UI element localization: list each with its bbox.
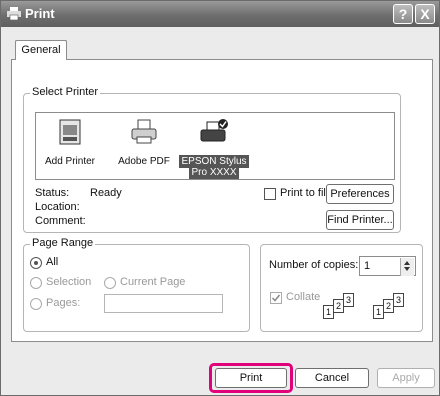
title-bar[interactable]: Print ? X xyxy=(1,1,439,27)
printer-list[interactable]: Add Printer Adobe PDF EPSON Stylus Pro X… xyxy=(35,112,395,180)
general-tab-panel: Select Printer Add Printer Adobe PDF EPS… xyxy=(11,59,433,342)
collate-illustration-2: 3 2 1 xyxy=(373,293,409,325)
status-label: Status: xyxy=(35,187,70,199)
sheet-1: 1 xyxy=(373,305,384,319)
collate-illustration-1: 3 2 1 xyxy=(323,293,359,325)
apply-button[interactable]: Apply xyxy=(377,368,435,388)
copies-group: Number of copies: 1 Collate 3 2 1 3 2 1 xyxy=(260,244,423,332)
pages-radio[interactable] xyxy=(30,298,42,310)
status-value: Ready xyxy=(90,187,122,199)
printer-item-add-printer[interactable]: Add Printer xyxy=(40,117,100,167)
current-page-radio[interactable] xyxy=(104,277,116,289)
sheet-2: 2 xyxy=(383,299,394,313)
find-printer-button[interactable]: Find Printer... xyxy=(326,210,394,230)
help-button[interactable]: ? xyxy=(393,4,413,24)
printer-label-selected: EPSON Stylus Pro XXXX xyxy=(178,155,250,179)
all-radio[interactable] xyxy=(30,257,42,269)
select-printer-group: Select Printer Add Printer Adobe PDF EPS… xyxy=(23,86,401,233)
sheet-3: 3 xyxy=(343,293,354,307)
pages-input[interactable] xyxy=(104,294,223,313)
comment-label: Comment: xyxy=(35,215,86,227)
print-to-file-checkbox[interactable] xyxy=(264,188,276,200)
print-dialog: Print ? X Select Printer Add Printer Ado… xyxy=(0,0,440,396)
copies-input[interactable]: 1 xyxy=(359,256,416,276)
copies-value: 1 xyxy=(364,260,371,272)
close-button[interactable]: X xyxy=(415,4,435,24)
selection-label: Selection xyxy=(46,276,92,288)
collate-label: Collate xyxy=(286,291,321,303)
sheet-3: 3 xyxy=(393,293,404,307)
cancel-button[interactable]: Cancel xyxy=(295,368,369,388)
printer-label: Adobe PDF xyxy=(118,156,170,167)
select-printer-label: Select Printer xyxy=(30,86,101,98)
preferences-button[interactable]: Preferences xyxy=(326,184,394,204)
printer-item-adobe-pdf[interactable]: Adobe PDF xyxy=(114,117,174,167)
window-title: Print xyxy=(25,6,55,21)
print-button-highlight xyxy=(209,363,293,393)
collate-checkbox[interactable] xyxy=(270,292,282,304)
page-range-group: Page Range All Selection Current Page Pa… xyxy=(23,237,250,332)
current-page-label: Current Page xyxy=(120,276,186,288)
printer-label: Add Printer xyxy=(44,156,96,167)
sheet-1: 1 xyxy=(323,305,334,319)
printer-icon xyxy=(131,119,157,144)
all-label: All xyxy=(46,256,59,268)
default-printer-icon xyxy=(200,119,228,142)
number-of-copies-label: Number of copies: xyxy=(269,259,359,271)
tab-general[interactable]: General xyxy=(15,40,67,60)
spinner-arrows-icon xyxy=(404,261,410,271)
location-label: Location: xyxy=(35,201,80,213)
sheet-2: 2 xyxy=(333,299,344,313)
pages-label: Pages: xyxy=(46,297,81,309)
selection-radio[interactable] xyxy=(30,277,42,289)
radio-dot xyxy=(34,261,38,265)
copies-spinner[interactable] xyxy=(400,258,414,276)
checkmark-icon xyxy=(271,294,281,302)
printer-title-icon xyxy=(7,7,21,20)
print-to-file-label: Print to file xyxy=(280,187,332,199)
printer-item-epson[interactable]: EPSON Stylus Pro XXXX xyxy=(178,117,250,179)
add-printer-icon xyxy=(59,119,81,145)
printer-label-line2: Pro XXXX xyxy=(189,166,239,179)
page-range-label: Page Range xyxy=(30,237,96,249)
